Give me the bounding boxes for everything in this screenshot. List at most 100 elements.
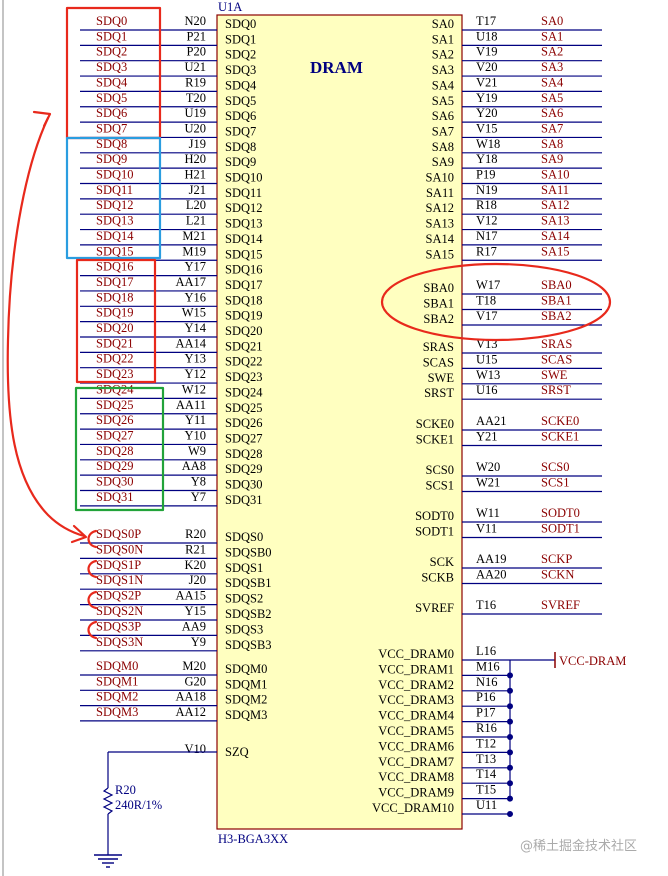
net-label-sa0[interactable]: SA0 xyxy=(541,14,563,28)
net-label-sdqs0n[interactable]: SDQS0N xyxy=(96,542,143,556)
pin-sckb[interactable]: SCKB AA20 SCKN xyxy=(421,568,602,585)
net-label-sdq27[interactable]: SDQ27 xyxy=(96,428,134,442)
net-label-sdq25[interactable]: SDQ25 xyxy=(96,398,134,412)
net-label-sckn[interactable]: SCKN xyxy=(541,568,574,582)
net-label-sa6[interactable]: SA6 xyxy=(541,106,563,120)
net-label-sdq4[interactable]: SDQ4 xyxy=(96,75,128,89)
pin-scke0[interactable]: SCKE0 AA21 SCKE0 xyxy=(416,414,602,431)
net-label-sdq19[interactable]: SDQ19 xyxy=(96,306,134,320)
net-label-svref[interactable]: SVREF xyxy=(541,598,580,612)
pin-sba2[interactable]: SBA2 V17 SBA2 xyxy=(423,309,602,326)
net-label-sdq9[interactable]: SDQ9 xyxy=(96,152,127,166)
resistor-symbol[interactable] xyxy=(102,787,114,815)
net-label-sdq20[interactable]: SDQ20 xyxy=(96,321,134,335)
net-label-sba2[interactable]: SBA2 xyxy=(541,309,572,323)
net-label-sdq5[interactable]: SDQ5 xyxy=(96,91,127,105)
net-label-sckp[interactable]: SCKP xyxy=(541,552,572,566)
net-label-sa9[interactable]: SA9 xyxy=(541,152,563,166)
net-label-sdqs1p[interactable]: SDQS1P xyxy=(96,558,141,572)
pin-sa13[interactable]: SA13 V12 SA13 xyxy=(426,214,602,231)
net-label-sdq10[interactable]: SDQ10 xyxy=(96,168,134,182)
pin-sa11[interactable]: SA11 N19 SA11 xyxy=(426,183,602,200)
net-label-sdq24[interactable]: SDQ24 xyxy=(96,382,134,396)
net-label-sdq11[interactable]: SDQ11 xyxy=(96,183,133,197)
net-label-sa14[interactable]: SA14 xyxy=(541,229,570,243)
net-label-sa8[interactable]: SA8 xyxy=(541,137,563,151)
net-label-sa10[interactable]: SA10 xyxy=(541,168,569,182)
net-label-sdqm0[interactable]: SDQM0 xyxy=(96,659,138,673)
pin-vcc-dram10[interactable]: VCC_DRAM10 U11 xyxy=(372,798,513,817)
net-label-sa15[interactable]: SA15 xyxy=(541,244,569,258)
pin-sa14[interactable]: SA14 N17 SA14 xyxy=(426,229,602,246)
pin-sa12[interactable]: SA12 R18 SA12 xyxy=(426,198,602,215)
net-label-sdq23[interactable]: SDQ23 xyxy=(96,367,134,381)
net-label-sa2[interactable]: SA2 xyxy=(541,45,563,59)
net-label-scs0[interactable]: SCS0 xyxy=(541,460,570,474)
net-label-sa11[interactable]: SA11 xyxy=(541,183,569,197)
net-label-sodt1[interactable]: SODT1 xyxy=(541,522,580,536)
net-label-sdq7[interactable]: SDQ7 xyxy=(96,121,127,135)
net-label-sa7[interactable]: SA7 xyxy=(541,121,563,135)
net-label-sdqm2[interactable]: SDQM2 xyxy=(96,690,138,704)
net-label-sdq0[interactable]: SDQ0 xyxy=(96,14,127,28)
net-label-scke1[interactable]: SCKE1 xyxy=(541,430,579,444)
net-label-scke0[interactable]: SCKE0 xyxy=(541,414,579,428)
net-label-sras[interactable]: SRAS xyxy=(541,337,572,351)
net-label-swe[interactable]: SWE xyxy=(541,368,568,382)
net-label-scs1[interactable]: SCS1 xyxy=(541,476,570,490)
net-label-sa4[interactable]: SA4 xyxy=(541,75,564,89)
net-label-sdq12[interactable]: SDQ12 xyxy=(96,198,134,212)
net-label-sdqs0p[interactable]: SDQS0P xyxy=(96,527,141,541)
pin-sdqm3[interactable]: SDQM3 AA12 SDQM3 xyxy=(80,705,267,722)
net-label-sdq1[interactable]: SDQ1 xyxy=(96,29,127,43)
net-label-sba0[interactable]: SBA0 xyxy=(541,278,572,292)
pin-sdqsb3[interactable]: SDQSB3 Y9 SDQS3N xyxy=(80,635,272,652)
net-label-sdqm1[interactable]: SDQM1 xyxy=(96,674,138,688)
net-label-srst[interactable]: SRST xyxy=(541,383,571,397)
pin-sdq31[interactable]: SDQ31 Y7 SDQ31 xyxy=(80,490,263,507)
net-label-sdq29[interactable]: SDQ29 xyxy=(96,459,134,473)
net-label-sdqs1n[interactable]: SDQS1N xyxy=(96,573,143,587)
pin-scas[interactable]: SCAS U15 SCAS xyxy=(423,352,602,369)
net-label-sdq31[interactable]: SDQ31 xyxy=(96,490,134,504)
net-label-scas[interactable]: SCAS xyxy=(541,352,572,366)
pin-sa15[interactable]: SA15 R17 SA15 xyxy=(426,244,602,261)
net-label-sa1[interactable]: SA1 xyxy=(541,29,563,43)
net-label-sa13[interactable]: SA13 xyxy=(541,214,569,228)
pin-scs0[interactable]: SCS0 W20 SCS0 xyxy=(426,460,603,477)
net-label-sdq22[interactable]: SDQ22 xyxy=(96,352,134,366)
net-label-sba1[interactable]: SBA1 xyxy=(541,294,572,308)
net-label-sdq3[interactable]: SDQ3 xyxy=(96,60,127,74)
net-label-sdq17[interactable]: SDQ17 xyxy=(96,275,134,289)
net-label-sa5[interactable]: SA5 xyxy=(541,91,563,105)
pin-scke1[interactable]: SCKE1 Y21 SCKE1 xyxy=(416,430,602,447)
net-label-sa12[interactable]: SA12 xyxy=(541,198,569,212)
net-label-sdq16[interactable]: SDQ16 xyxy=(96,260,134,274)
pin-scs1[interactable]: SCS1 W21 SCS1 xyxy=(426,476,603,493)
net-label-sdq30[interactable]: SDQ30 xyxy=(96,475,134,489)
net-label-sdqs3p[interactable]: SDQS3P xyxy=(96,619,141,633)
pin-srst[interactable]: SRST U16 SRST xyxy=(424,383,602,400)
net-label-sdq18[interactable]: SDQ18 xyxy=(96,290,134,304)
net-label-sa3[interactable]: SA3 xyxy=(541,60,563,74)
net-label-sdq26[interactable]: SDQ26 xyxy=(96,413,134,427)
net-label-sdq13[interactable]: SDQ13 xyxy=(96,214,134,228)
net-label-sdqs2n[interactable]: SDQS2N xyxy=(96,604,143,618)
pin-swe[interactable]: SWE W13 SWE xyxy=(428,368,602,385)
pin-sba0[interactable]: SBA0 W17 SBA0 xyxy=(423,278,602,295)
pin-svref[interactable]: SVREF T16 SVREF xyxy=(415,598,602,615)
net-label-sdq6[interactable]: SDQ6 xyxy=(96,106,127,120)
pin-sodt1[interactable]: SODT1 V11 SODT1 xyxy=(415,522,602,539)
pin-sa10[interactable]: SA10 P19 SA10 xyxy=(426,168,602,185)
net-label-sdq14[interactable]: SDQ14 xyxy=(96,229,134,243)
net-label-sodt0[interactable]: SODT0 xyxy=(541,506,580,520)
net-label-sdq2[interactable]: SDQ2 xyxy=(96,45,127,59)
net-label-sdq28[interactable]: SDQ28 xyxy=(96,444,134,458)
net-label-sdqm3[interactable]: SDQM3 xyxy=(96,705,138,719)
net-label-sdq21[interactable]: SDQ21 xyxy=(96,336,134,350)
pin-sodt0[interactable]: SODT0 W11 SODT0 xyxy=(415,506,602,523)
net-label-sdq15[interactable]: SDQ15 xyxy=(96,244,134,258)
net-label-sdqs2p[interactable]: SDQS2P xyxy=(96,589,141,603)
pin-sba1[interactable]: SBA1 T18 SBA1 xyxy=(423,294,602,311)
net-label-sdqs3n[interactable]: SDQS3N xyxy=(96,635,143,649)
